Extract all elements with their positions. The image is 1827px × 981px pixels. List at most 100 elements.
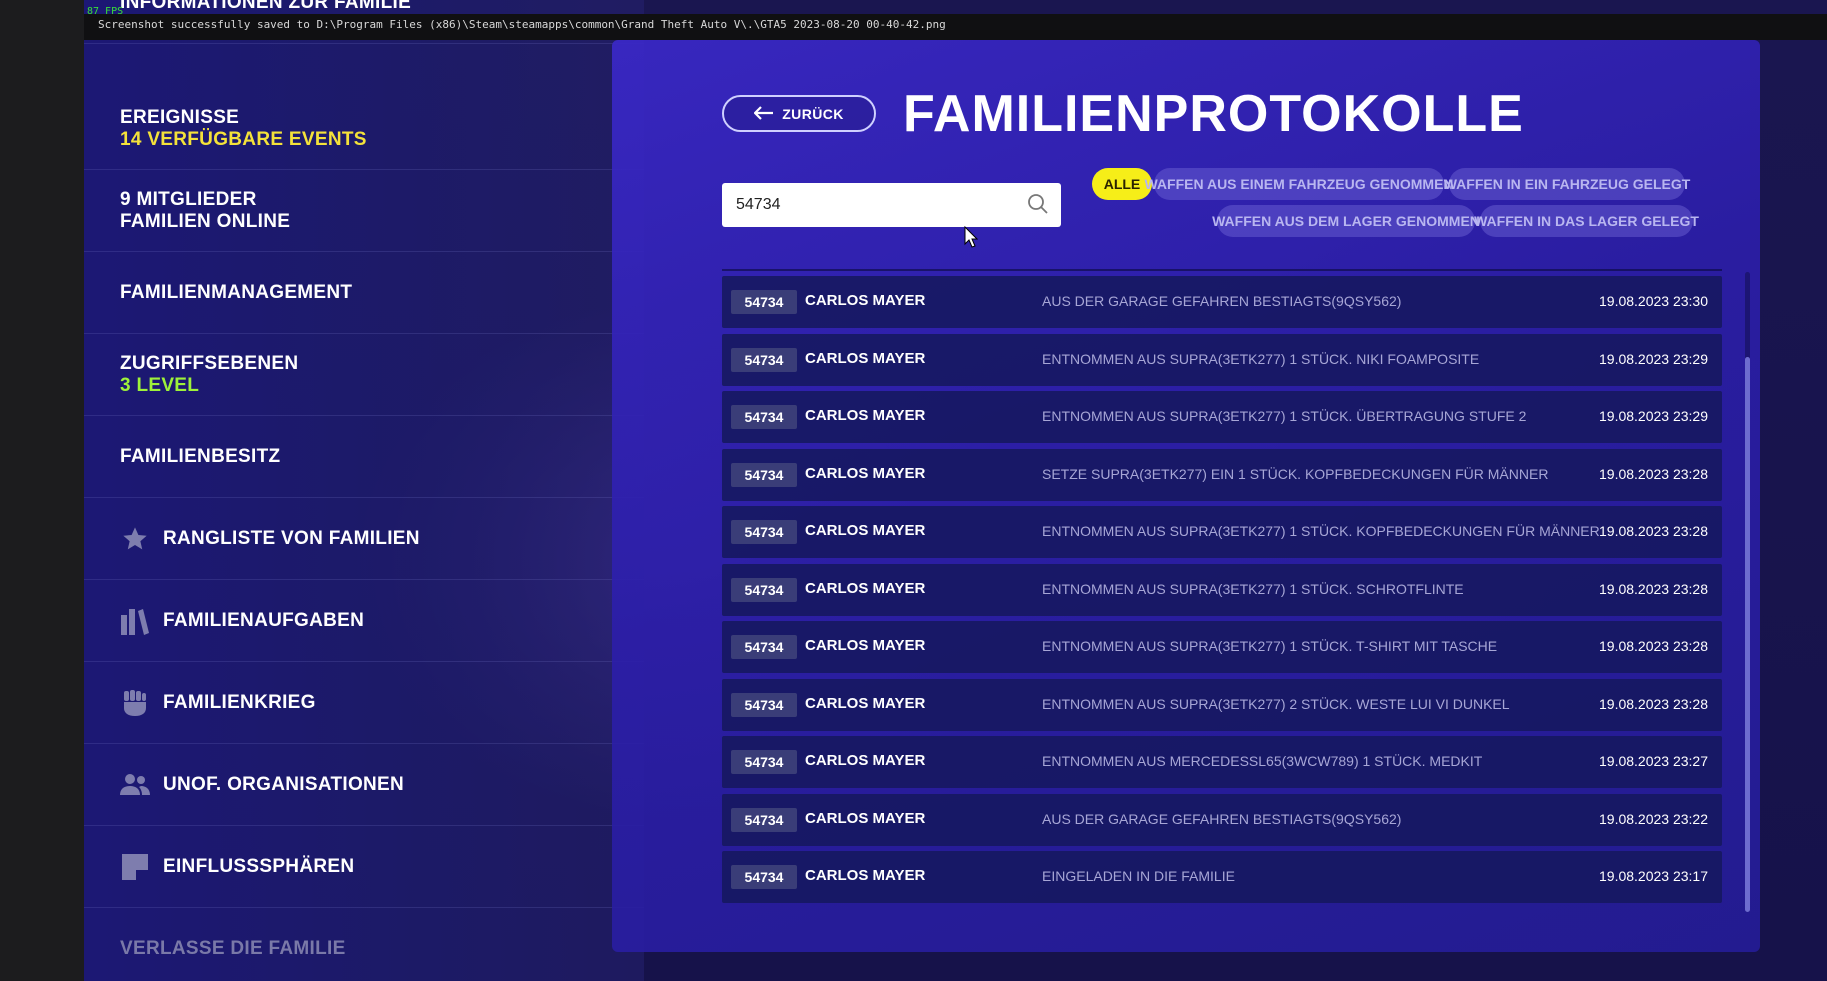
log-action: ENTNOMMEN AUS SUPRA(3ETK277) 1 STÜCK. KO… xyxy=(1042,523,1600,539)
log-timestamp: 19.08.2023 23:28 xyxy=(1599,695,1708,712)
log-action: ENTNOMMEN AUS SUPRA(3ETK277) 1 STÜCK. T-… xyxy=(1042,638,1498,654)
log-player-name: CARLOS MAYER xyxy=(805,694,926,712)
sidebar-item-tasks[interactable]: FAMILIENAUFGABEN xyxy=(84,580,644,662)
members-online: FAMILIEN ONLINE xyxy=(120,210,291,232)
log-player-id: 54734 xyxy=(731,692,797,717)
sidebar-item-label: ZUGRIFFSEBENEN xyxy=(120,352,299,374)
log-action: ENTNOMMEN AUS SUPRA(3ETK277) 1 STÜCK. ÜB… xyxy=(1042,408,1527,424)
log-player-name: CARLOS MAYER xyxy=(805,579,926,597)
sidebar-item-management[interactable]: FAMILIENMANAGEMENT xyxy=(84,252,644,334)
filter-chip-weapons-from-vehicle[interactable]: WAFFEN AUS EINEM FAHRZEUG GENOMMEN xyxy=(1144,168,1454,200)
log-row[interactable]: 54734 CARLOS MAYER ENTNOMMEN AUS MERCEDE… xyxy=(722,736,1722,788)
sidebar-item-ranking[interactable]: RANGLISTE VON FAMILIEN xyxy=(84,498,644,580)
log-row[interactable]: 54734 CARLOS MAYER ENTNOMMEN AUS SUPRA(3… xyxy=(722,621,1722,673)
log-player-id: 54734 xyxy=(731,290,797,314)
events-count: 14 VERFÜGBARE EVENTS xyxy=(120,128,367,150)
log-player-id: 54734 xyxy=(731,405,797,429)
log-row[interactable]: 54734 CARLOS MAYER ENTNOMMEN AUS SUPRA(3… xyxy=(722,563,1722,616)
log-player-name: CARLOS MAYER xyxy=(805,464,926,482)
log-timestamp: 19.08.2023 23:28 xyxy=(1599,638,1708,654)
sidebar-item-access-levels[interactable]: ZUGRIFFSEBENEN 3 LEVEL xyxy=(84,334,644,416)
filter-chip-weapons-from-storage[interactable]: WAFFEN AUS DEM LAGER GENOMMEN xyxy=(1212,205,1480,237)
fps-counter: 87 FPS xyxy=(87,6,124,17)
flag-icon xyxy=(120,852,150,882)
log-row[interactable]: 54734 CARLOS MAYER SETZE SUPRA(3ETK277) … xyxy=(722,448,1722,501)
filter-chip-all[interactable]: ALLE xyxy=(1092,168,1152,200)
sidebar-item-label: EREIGNISSE xyxy=(120,106,240,128)
log-row[interactable]: 54734 CARLOS MAYER AUS DER GARAGE GEFAHR… xyxy=(722,276,1722,328)
log-row[interactable]: 54734 CARLOS MAYER ENTNOMMEN AUS SUPRA(3… xyxy=(722,391,1722,443)
log-timestamp: 19.08.2023 23:22 xyxy=(1599,810,1708,827)
log-player-name: CARLOS MAYER xyxy=(805,349,926,367)
log-timestamp: 19.08.2023 23:29 xyxy=(1599,350,1708,367)
sidebar-item-members[interactable]: 9 MITGLIEDER FAMILIEN ONLINE xyxy=(84,170,644,252)
log-player-id: 54734 xyxy=(731,807,797,832)
arrow-left-icon xyxy=(753,105,774,123)
log-action: AUS DER GARAGE GEFAHREN BESTIAGTS(9QSY56… xyxy=(1042,810,1402,827)
screenshot-message: Screenshot successfully saved to D:\Prog… xyxy=(98,18,946,31)
sidebar-item-label: FAMILIENBESITZ xyxy=(120,445,281,467)
star-icon xyxy=(120,524,150,554)
log-timestamp: 19.08.2023 23:30 xyxy=(1599,293,1708,309)
search-icon[interactable] xyxy=(1027,193,1049,220)
log-player-name: CARLOS MAYER xyxy=(805,407,926,424)
log-player-id: 54734 xyxy=(731,750,797,774)
log-row[interactable]: 54734 CARLOS MAYER ENTNOMMEN AUS SUPRA(3… xyxy=(722,333,1722,386)
log-scrollbar[interactable] xyxy=(1745,272,1750,912)
sidebar-item-label: FAMILIENMANAGEMENT xyxy=(120,281,353,303)
search-field[interactable] xyxy=(722,183,1061,227)
fist-icon xyxy=(120,688,150,718)
list-divider xyxy=(722,269,1722,271)
access-level-count: 3 LEVEL xyxy=(120,374,200,396)
back-button-label: ZURÜCK xyxy=(782,105,844,122)
filter-chip-weapons-into-vehicle[interactable]: WAFFEN IN EIN FAHRZEUG GELEGT xyxy=(1444,168,1690,200)
log-action: SETZE SUPRA(3ETK277) EIN 1 STÜCK. KOPFBE… xyxy=(1042,465,1549,482)
sidebar-item-war[interactable]: FAMILIENKRIEG xyxy=(84,662,644,744)
log-action: EINGELADEN IN DIE FAMILIE xyxy=(1042,868,1235,884)
log-row[interactable]: 54734 CARLOS MAYER AUS DER GARAGE GEFAHR… xyxy=(722,793,1722,846)
log-player-id: 54734 xyxy=(731,865,797,889)
mouse-cursor-icon xyxy=(964,225,979,253)
log-row[interactable]: 54734 CARLOS MAYER EINGELADEN IN DIE FAM… xyxy=(722,851,1722,903)
log-player-id: 54734 xyxy=(731,347,797,372)
log-row[interactable]: 54734 CARLOS MAYER ENTNOMMEN AUS SUPRA(3… xyxy=(722,678,1722,731)
log-timestamp: 19.08.2023 23:27 xyxy=(1599,753,1708,769)
sidebar-item-label: 9 MITGLIEDER xyxy=(120,188,257,210)
log-action: ENTNOMMEN AUS MERCEDESSL65(3WCW789) 1 ST… xyxy=(1042,753,1483,769)
log-timestamp: 19.08.2023 23:29 xyxy=(1599,408,1708,424)
page-title: FAMILIENPROTOKOLLE xyxy=(903,85,1524,143)
log-timestamp: 19.08.2023 23:28 xyxy=(1599,580,1708,597)
scrollbar-thumb[interactable] xyxy=(1745,357,1750,912)
log-row[interactable]: 54734 CARLOS MAYER ENTNOMMEN AUS SUPRA(3… xyxy=(722,506,1722,558)
log-list: 54734 CARLOS MAYER AUS DER GARAGE GEFAHR… xyxy=(722,276,1722,909)
sidebar-item-label: VERLASSE DIE FAMILIE xyxy=(120,938,346,959)
game-screen: INFORMATIONEN ZUR FAMILIE EREIGNISSE 14 … xyxy=(84,0,1827,981)
filter-chips: ALLE WAFFEN AUS EINEM FAHRZEUG GENOMMEN … xyxy=(1092,168,1699,243)
sidebar-item-label: INFORMATIONEN ZUR FAMILIE xyxy=(120,0,412,13)
sidebar-item-spheres[interactable]: EINFLUSSSPHÄREN xyxy=(84,826,644,908)
filter-chip-weapons-into-storage[interactable]: WAFFEN IN DAS LAGER GELEGT xyxy=(1474,205,1699,237)
sidebar-item-organisations[interactable]: UNOF. ORGANISATIONEN xyxy=(84,744,644,826)
family-sidebar: INFORMATIONEN ZUR FAMILIE EREIGNISSE 14 … xyxy=(84,0,644,981)
log-timestamp: 19.08.2023 23:17 xyxy=(1599,868,1708,884)
sidebar-item-label: UNOF. ORGANISATIONEN xyxy=(163,773,405,795)
log-player-name: CARLOS MAYER xyxy=(805,752,926,769)
log-action: ENTNOMMEN AUS SUPRA(3ETK277) 2 STÜCK. WE… xyxy=(1042,695,1510,712)
log-player-id: 54734 xyxy=(731,462,797,487)
sidebar-item-leave[interactable]: VERLASSE DIE FAMILIE xyxy=(84,908,644,981)
log-action: AUS DER GARAGE GEFAHREN BESTIAGTS(9QSY56… xyxy=(1042,293,1402,309)
sidebar-item-label: EINFLUSSSPHÄREN xyxy=(163,855,355,877)
log-player-id: 54734 xyxy=(731,635,797,659)
back-button[interactable]: ZURÜCK xyxy=(722,95,876,132)
sidebar-item-property[interactable]: FAMILIENBESITZ xyxy=(84,416,644,498)
books-icon xyxy=(120,606,150,636)
sidebar-item-events[interactable]: EREIGNISSE 14 VERFÜGBARE EVENTS xyxy=(84,88,644,170)
people-icon xyxy=(120,770,150,800)
sidebar-item-label: FAMILIENAUFGABEN xyxy=(163,609,365,631)
search-input[interactable] xyxy=(736,196,1016,214)
log-player-name: CARLOS MAYER xyxy=(805,637,926,654)
family-logs-panel: ZURÜCK FAMILIENPROTOKOLLE ALLE WAFFEN AU… xyxy=(612,40,1760,952)
log-player-name: CARLOS MAYER xyxy=(805,522,926,539)
sidebar-item-label: FAMILIENKRIEG xyxy=(163,691,316,713)
log-player-id: 54734 xyxy=(731,577,797,602)
